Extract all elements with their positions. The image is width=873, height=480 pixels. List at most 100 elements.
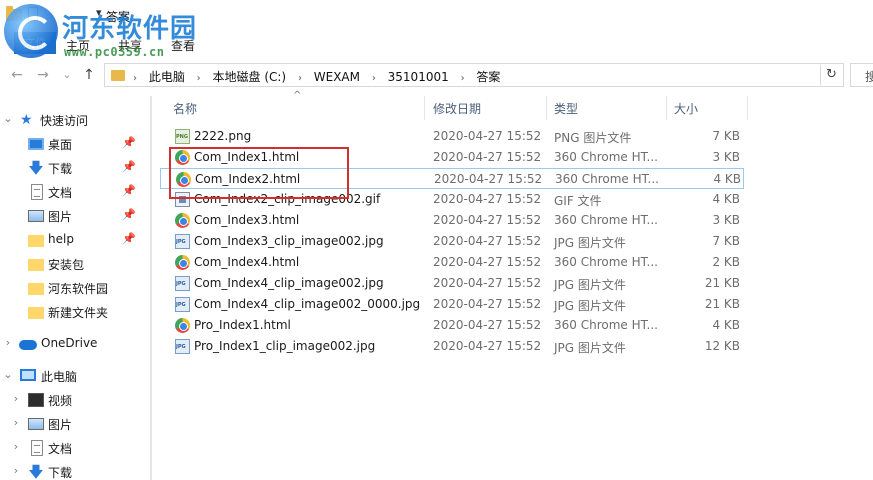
- file-row[interactable]: Com_Index3.html 2020-04-27 15:52 360 Chr…: [160, 210, 744, 231]
- refresh-button[interactable]: ↻: [820, 65, 842, 85]
- file-row[interactable]: Pro_Index1.html 2020-04-27 15:52 360 Chr…: [160, 315, 744, 336]
- file-row[interactable]: Com_Index4_clip_image002_0000.jpg 2020-0…: [160, 294, 744, 315]
- pin-icon[interactable]: 📌: [122, 184, 136, 197]
- column-header-date[interactable]: 修改日期: [433, 100, 481, 117]
- sidebar-item-label: 新建文件夹: [48, 306, 109, 320]
- desktop-icon: [28, 138, 44, 150]
- breadcrumb-item[interactable]: 本地磁盘 (C:): [213, 68, 287, 85]
- breadcrumb-separator[interactable]: ›: [197, 73, 201, 84]
- download-icon: 🡇: [28, 463, 44, 480]
- file-row[interactable]: Pro_Index1_clip_image002.jpg 2020-04-27 …: [160, 336, 744, 357]
- document-icon: [31, 184, 43, 200]
- folder-icon: [28, 307, 44, 319]
- column-header-type[interactable]: 类型: [554, 100, 578, 117]
- sidebar-item-new-folder[interactable]: 新建文件夹: [0, 300, 150, 324]
- file-row[interactable]: Com_Index3_clip_image002.jpg 2020-04-27 …: [160, 231, 744, 252]
- file-name: Com_Index1.html: [194, 150, 300, 164]
- search-input[interactable]: 搜: [850, 63, 873, 87]
- address-bar[interactable]: › 此电脑 › 本地磁盘 (C:) › WEXAM › 35101001 › 答…: [104, 63, 844, 87]
- pin-icon[interactable]: 📌: [122, 232, 136, 245]
- column-divider[interactable]: [666, 96, 667, 120]
- jpg-file-icon: [175, 339, 190, 354]
- breadcrumb-item[interactable]: 35101001: [388, 70, 449, 84]
- file-size: 7 KB: [712, 234, 740, 248]
- file-row-focused[interactable]: Com_Index2.html 2020-04-27 15:52 360 Chr…: [160, 168, 744, 189]
- breadcrumb-separator[interactable]: ›: [372, 73, 376, 84]
- back-button[interactable]: ←: [8, 66, 26, 84]
- file-name: Com_Index4_clip_image002.jpg: [194, 276, 384, 290]
- recent-locations-button[interactable]: ⌄: [58, 66, 76, 84]
- chevron-right-icon[interactable]: ›: [2, 336, 14, 349]
- file-row[interactable]: Com_Index2_clip_image002.gif 2020-04-27 …: [160, 189, 744, 210]
- breadcrumb-separator[interactable]: ›: [461, 73, 465, 84]
- sidebar-item-label: 文档: [48, 186, 73, 200]
- sidebar-item-documents-pc[interactable]: › 文档: [0, 436, 150, 460]
- file-row[interactable]: 2222.png 2020-04-27 15:52 PNG 图片文件 7 KB: [160, 126, 744, 147]
- file-name: Com_Index3_clip_image002.jpg: [194, 234, 384, 248]
- sidebar-item-label: 视频: [48, 394, 73, 408]
- star-icon: ★: [20, 112, 33, 128]
- chevron-right-icon[interactable]: ›: [10, 416, 22, 429]
- file-date: 2020-04-27 15:52: [434, 172, 543, 186]
- sidebar-item-pictures[interactable]: 图片 📌: [0, 204, 150, 228]
- chevron-right-icon[interactable]: ›: [10, 464, 22, 477]
- sidebar-item-downloads[interactable]: 🡇 下载 📌: [0, 156, 150, 180]
- chrome-html-icon: [175, 150, 190, 165]
- breadcrumb-item[interactable]: WEXAM: [314, 70, 360, 84]
- png-file-icon: [175, 129, 190, 144]
- column-divider[interactable]: [424, 96, 425, 120]
- file-date: 2020-04-27 15:52: [433, 150, 542, 164]
- sidebar-item-documents[interactable]: 文档 📌: [0, 180, 150, 204]
- sidebar-item-this-pc[interactable]: ⌄ 此电脑: [0, 364, 150, 388]
- file-type: JPG 图片文件: [554, 278, 626, 292]
- column-divider[interactable]: [747, 96, 748, 120]
- file-type: 360 Chrome HT...: [554, 255, 658, 269]
- forward-button[interactable]: →: [34, 66, 52, 84]
- file-size: 2 KB: [712, 255, 740, 269]
- sidebar-item-downloads-pc[interactable]: › 🡇 下载: [0, 460, 150, 480]
- sidebar-item-onedrive[interactable]: › OneDrive: [0, 332, 150, 356]
- breadcrumb-item[interactable]: 此电脑: [149, 68, 185, 85]
- file-row[interactable]: Com_Index4.html 2020-04-27 15:52 360 Chr…: [160, 252, 744, 273]
- column-header-name[interactable]: 名称: [173, 100, 197, 117]
- folder-icon: [28, 283, 44, 295]
- file-date: 2020-04-27 15:52: [433, 129, 542, 143]
- sidebar-item-hedong-software[interactable]: 河东软件园: [0, 276, 150, 300]
- chevron-down-icon[interactable]: ⌄: [2, 368, 14, 381]
- column-header-size[interactable]: 大小: [674, 100, 698, 117]
- sidebar-item-label: 此电脑: [41, 370, 78, 384]
- file-row[interactable]: Com_Index4_clip_image002.jpg 2020-04-27 …: [160, 273, 744, 294]
- chevron-down-icon[interactable]: ⌄: [2, 112, 14, 125]
- breadcrumb-separator[interactable]: ›: [133, 73, 137, 84]
- sidebar-item-install-packages[interactable]: 安装包: [0, 252, 150, 276]
- navigation-pane-scrollbar[interactable]: [150, 96, 152, 480]
- pin-icon[interactable]: 📌: [122, 136, 136, 149]
- chevron-right-icon[interactable]: ›: [10, 392, 22, 405]
- file-type: GIF 文件: [554, 194, 602, 208]
- breadcrumb: › 此电脑 › 本地磁盘 (C:) › WEXAM › 35101001 › 答…: [133, 68, 500, 85]
- file-size: 21 KB: [704, 276, 740, 290]
- pin-icon[interactable]: 📌: [122, 208, 136, 221]
- up-button[interactable]: ↑: [80, 66, 98, 84]
- chrome-html-icon: [175, 255, 190, 270]
- chrome-html-icon: [176, 172, 191, 187]
- sidebar-item-videos[interactable]: › 视频: [0, 388, 150, 412]
- download-icon: 🡇: [28, 159, 44, 177]
- file-date: 2020-04-27 15:52: [433, 297, 542, 311]
- sidebar-item-desktop[interactable]: 桌面 📌: [0, 132, 150, 156]
- sidebar-item-pictures-pc[interactable]: › 图片: [0, 412, 150, 436]
- sidebar-item-label: 下载: [48, 466, 73, 480]
- file-type: 360 Chrome HT...: [554, 150, 658, 164]
- breadcrumb-item[interactable]: 答案: [476, 68, 500, 85]
- column-divider[interactable]: [546, 96, 547, 120]
- sidebar-item-quick-access[interactable]: ⌄ ★ 快速访问: [0, 108, 150, 132]
- file-size: 4 KB: [712, 318, 740, 332]
- pin-icon[interactable]: 📌: [122, 160, 136, 173]
- sidebar-item-help[interactable]: help 📌: [0, 228, 150, 252]
- breadcrumb-separator[interactable]: ›: [298, 73, 302, 84]
- file-size: 7 KB: [712, 129, 740, 143]
- jpg-file-icon: [175, 234, 190, 249]
- chevron-right-icon[interactable]: ›: [10, 440, 22, 453]
- file-row[interactable]: Com_Index1.html 2020-04-27 15:52 360 Chr…: [160, 147, 744, 168]
- file-type: 360 Chrome HT...: [555, 172, 659, 186]
